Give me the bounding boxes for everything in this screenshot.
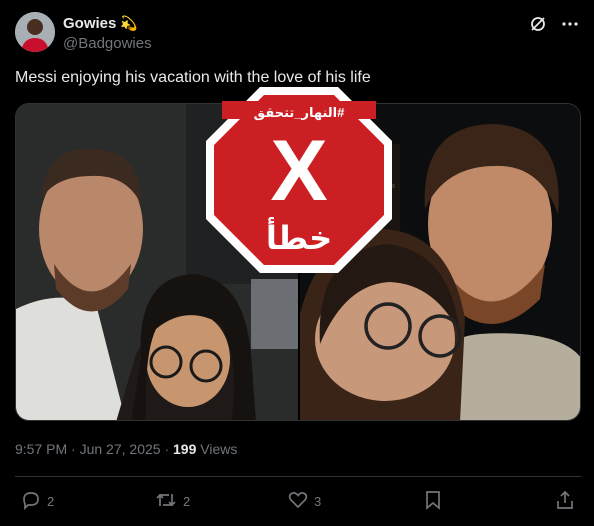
grok-icon[interactable]	[529, 15, 547, 38]
more-icon[interactable]	[561, 15, 579, 38]
tweet-date[interactable]: Jun 27, 2025	[80, 441, 161, 457]
action-bar: 2 2 3	[15, 490, 581, 512]
bookmark-icon	[424, 490, 442, 513]
fact-check-stamp: #النهار_تتحقق X خطأ	[206, 87, 392, 273]
reply-count: 2	[47, 494, 55, 509]
handle[interactable]: @Badgowies	[63, 35, 152, 52]
meta-separator: ·	[71, 441, 80, 457]
stamp-x-mark: X	[270, 123, 328, 219]
share-icon	[555, 490, 575, 513]
views-label: Views	[200, 441, 238, 457]
display-name[interactable]: Gowies	[63, 15, 116, 32]
stamp-verdict: خطأ	[265, 220, 333, 256]
tweet-meta: 9:57 PM · Jun 27, 2025 · 199 Views	[15, 441, 237, 457]
repost-icon	[155, 490, 177, 513]
views-count: 199	[173, 441, 197, 457]
repost-button[interactable]: 2	[155, 490, 190, 513]
badge-emoji: 💫	[120, 15, 138, 31]
repost-count: 2	[183, 494, 191, 509]
reply-button[interactable]: 2	[21, 490, 54, 513]
meta-separator: ·	[164, 441, 174, 457]
like-button[interactable]: 3	[288, 490, 321, 513]
tweet-time[interactable]: 9:57 PM	[15, 441, 67, 457]
divider	[15, 476, 581, 477]
bookmark-button[interactable]	[424, 490, 442, 513]
reply-icon	[21, 490, 41, 513]
avatar[interactable]	[15, 12, 55, 52]
tweet-text: Messi enjoying his vacation with the lov…	[15, 69, 371, 86]
share-button[interactable]	[555, 490, 575, 513]
like-icon	[288, 490, 308, 513]
like-count: 3	[314, 494, 322, 509]
tweet-header: Gowies 💫 @Badgowies	[15, 12, 583, 54]
stamp-hashtag: #النهار_تتحقق	[253, 105, 345, 120]
